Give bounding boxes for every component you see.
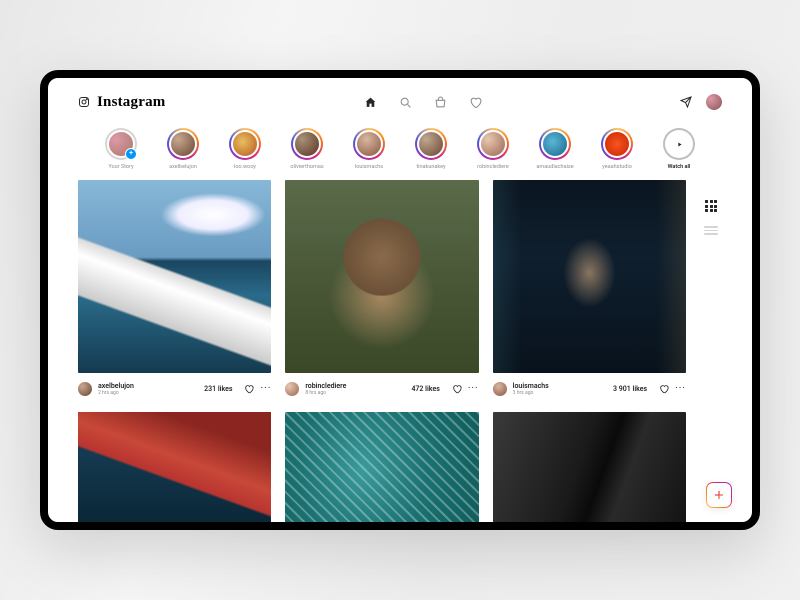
shop-icon[interactable] [434,96,447,109]
watch-all-button[interactable]: Watch all [657,128,701,170]
story-label: olivierthomas [290,164,323,170]
story-item[interactable]: axelbelujon [161,128,205,170]
story-your-story[interactable]: Your Story [99,128,143,170]
post-author-avatar[interactable] [493,382,507,396]
post-image[interactable] [78,180,271,373]
post-image[interactable] [285,180,478,373]
post-image[interactable] [493,412,686,522]
story-item[interactable]: arnaudlachaise [533,128,577,170]
post-author[interactable]: axelbelujon [98,382,134,390]
like-icon[interactable] [452,379,462,398]
post-likes: 3 901 likes [613,385,647,393]
home-icon[interactable] [364,96,377,109]
story-item[interactable]: robinclediere [471,128,515,170]
story-label: tinakunakey [416,164,445,170]
heart-icon[interactable] [469,96,482,109]
story-item[interactable]: loo.wooy [223,128,267,170]
story-label: loo.wooy [234,164,256,170]
post[interactable] [78,412,271,522]
post-time: 3 hrs ago [513,390,549,396]
post[interactable]: robinclediere 8 hrs ago 472 likes ··· [285,180,478,398]
post-image[interactable] [493,180,686,373]
post-time: 8 hrs ago [305,390,346,396]
post[interactable]: louismachs 3 hrs ago 3 901 likes ··· [493,180,686,398]
more-icon[interactable]: ··· [468,384,479,394]
story-label: yeaahstudio [602,164,632,170]
like-icon[interactable] [659,379,669,398]
story-item[interactable]: louismachs [347,128,391,170]
post[interactable]: axelbelujon 2 hrs ago 231 likes ··· [78,180,271,398]
post-author[interactable]: louismachs [513,382,549,390]
feed-grid: axelbelujon 2 hrs ago 231 likes ··· robi… [78,180,686,522]
like-icon[interactable] [244,379,254,398]
story-label: louismachs [355,164,383,170]
send-icon[interactable] [680,93,692,112]
camera-icon[interactable] [78,93,90,112]
story-label: axelbelujon [169,164,197,170]
watch-all-label: Watch all [668,164,691,170]
post-image[interactable] [285,412,478,522]
story-item[interactable]: olivierthomas [285,128,329,170]
more-icon[interactable]: ··· [260,384,271,394]
story-label: Your Story [108,164,133,170]
profile-avatar[interactable] [706,94,722,110]
post-image[interactable] [78,412,271,522]
brand-logo[interactable]: Instagram [97,94,165,111]
grid-view-icon[interactable] [705,200,717,212]
story-label: arnaudlachaise [536,164,573,170]
stories-row: Your Story axelbelujon loo.wooy oliviert… [78,128,722,170]
post-author[interactable]: robinclediere [305,382,346,390]
post[interactable] [285,412,478,522]
more-icon[interactable]: ··· [675,384,686,394]
story-label: robinclediere [477,164,509,170]
search-icon[interactable] [399,96,412,109]
post-likes: 231 likes [204,385,232,393]
story-item[interactable]: yeaahstudio [595,128,639,170]
post-time: 2 hrs ago [98,390,134,396]
story-item[interactable]: tinakunakey [409,128,453,170]
list-view-icon[interactable] [704,226,718,235]
add-post-button[interactable] [706,482,732,508]
post-author-avatar[interactable] [285,382,299,396]
post[interactable] [493,412,686,522]
post-likes: 472 likes [411,385,439,393]
post-author-avatar[interactable] [78,382,92,396]
